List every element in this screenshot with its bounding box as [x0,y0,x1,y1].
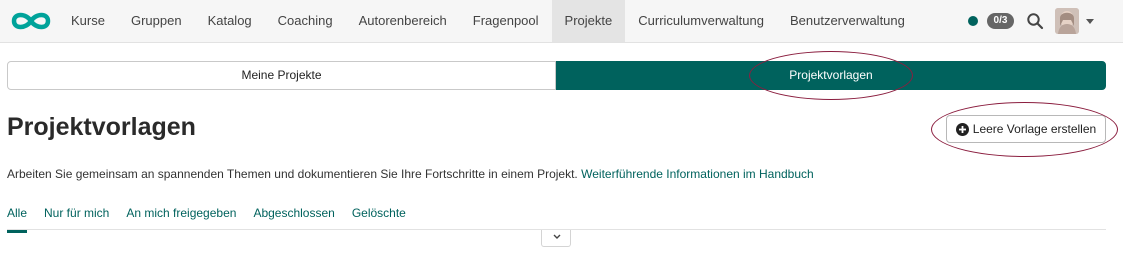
handbook-link[interactable]: Weiterführende Informationen im Handbuch [581,167,814,181]
notification-badge[interactable]: 0/3 [987,13,1014,29]
nav-item-curriculumverwaltung[interactable]: Curriculumverwaltung [625,0,777,42]
create-button-label: Leere Vorlage erstellen [972,122,1097,136]
nav-item-gruppen[interactable]: Gruppen [118,0,195,42]
main-menu: Kurse Gruppen Katalog Coaching Autorenbe… [58,0,918,42]
page-description: Arbeiten Sie gemeinsam an spannenden The… [7,167,814,181]
nav-item-benutzerverwaltung[interactable]: Benutzerverwaltung [777,0,918,42]
chevron-down-icon [553,234,561,239]
page-title: Projektvorlagen [7,113,196,141]
nav-item-coaching[interactable]: Coaching [265,0,346,42]
plus-circle-icon [955,122,969,136]
nav-item-projekte[interactable]: Projekte [551,0,626,42]
nav-item-kurse[interactable]: Kurse [58,0,118,42]
infinity-logo-icon[interactable] [8,10,54,32]
nav-item-katalog[interactable]: Katalog [195,0,265,42]
expand-filter-button[interactable] [541,230,571,247]
segment-my-projects[interactable]: Meine Projekte [7,61,556,90]
user-avatar[interactable] [1055,8,1079,34]
top-navigation-bar: Kurse Gruppen Katalog Coaching Autorenbe… [0,0,1123,43]
description-text: Arbeiten Sie gemeinsam an spannenden The… [7,167,578,181]
create-empty-template-button[interactable]: Leere Vorlage erstellen [946,115,1106,143]
search-icon[interactable] [1026,12,1044,30]
segment-project-templates[interactable]: Projektvorlagen [556,61,1106,90]
user-menu-caret-icon[interactable] [1086,19,1094,24]
online-status-indicator[interactable] [968,16,978,26]
nav-item-autorenbereich[interactable]: Autorenbereich [346,0,460,42]
nav-item-fragenpool[interactable]: Fragenpool [460,0,552,42]
